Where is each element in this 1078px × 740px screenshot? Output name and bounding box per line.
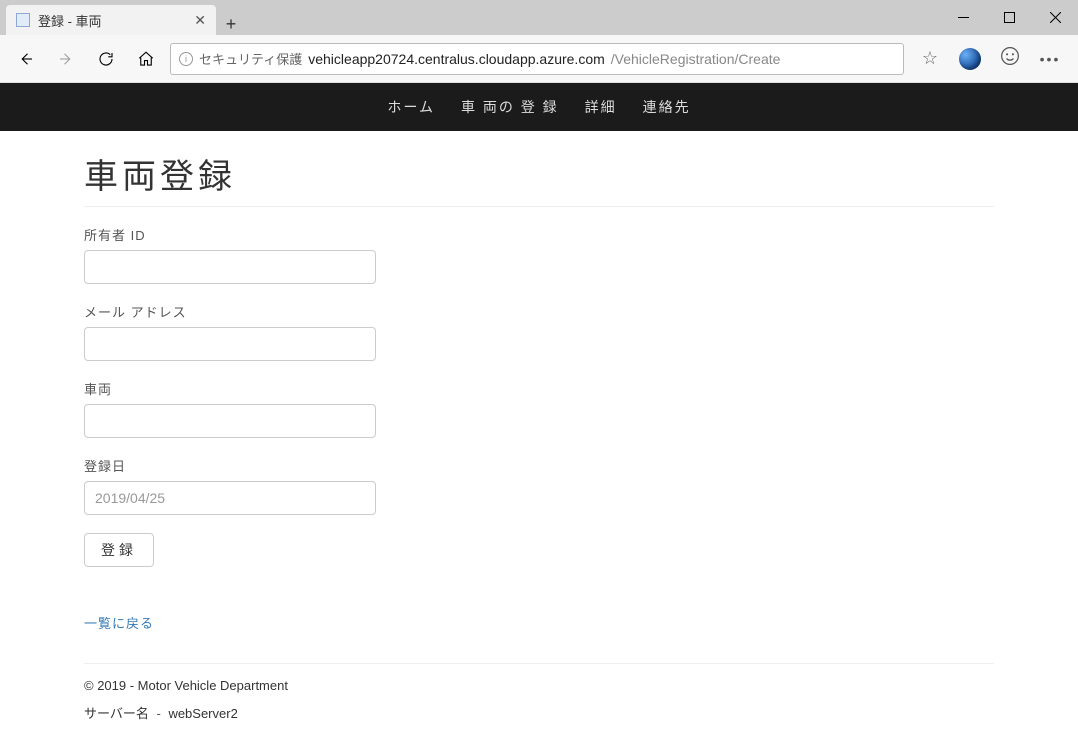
profile-icon bbox=[959, 48, 981, 70]
browser-tab[interactable]: 登録 - 車両 ✕ bbox=[6, 5, 216, 35]
email-label: メール アドレス bbox=[84, 302, 376, 321]
vehicle-group: 車両 bbox=[84, 379, 376, 438]
reg-date-label: 登録日 bbox=[84, 456, 376, 475]
feedback-button[interactable] bbox=[992, 43, 1028, 75]
nav-contact[interactable]: 連絡先 bbox=[643, 97, 691, 117]
vehicle-label: 車両 bbox=[84, 379, 376, 398]
nav-register-vehicle[interactable]: 車 両の 登 録 bbox=[461, 97, 559, 117]
submit-group: 登録 bbox=[84, 533, 376, 567]
titlebar: 登録 - 車両 ✕ + bbox=[0, 0, 1078, 35]
back-button[interactable] bbox=[10, 43, 42, 75]
nav-home[interactable]: ホーム bbox=[387, 97, 435, 117]
tab-title: 登録 - 車両 bbox=[38, 11, 186, 30]
url-host: vehicleapp20724.centralus.cloudapp.azure… bbox=[308, 51, 605, 67]
window-controls bbox=[940, 0, 1078, 35]
url-input[interactable]: i セキュリティ保護 vehicleapp20724.centralus.clo… bbox=[170, 43, 904, 75]
close-window-button[interactable] bbox=[1032, 3, 1078, 33]
browser-window: 登録 - 車両 ✕ + bbox=[0, 0, 1078, 740]
new-tab-button[interactable]: + bbox=[216, 14, 246, 35]
reg-date-group: 登録日 bbox=[84, 456, 376, 515]
favicon-icon bbox=[16, 13, 30, 27]
vehicle-field[interactable] bbox=[84, 404, 376, 438]
owner-id-group: 所有者 ID bbox=[84, 225, 376, 284]
menu-button[interactable]: ••• bbox=[1032, 43, 1068, 75]
toolbar-right: ☆ ••• bbox=[912, 43, 1068, 75]
footer-divider bbox=[84, 663, 994, 664]
email-group: メール アドレス bbox=[84, 302, 376, 361]
owner-id-field[interactable] bbox=[84, 250, 376, 284]
page-body: 車両登録 所有者 ID メール アドレス 車両 登録日 登録 一覧に戻る bbox=[69, 131, 1009, 740]
refresh-button[interactable] bbox=[90, 43, 122, 75]
email-field[interactable] bbox=[84, 327, 376, 361]
footer-copyright: © 2019 - Motor Vehicle Department bbox=[84, 678, 994, 693]
tabs-area: 登録 - 車両 ✕ + bbox=[0, 0, 246, 35]
close-tab-icon[interactable]: ✕ bbox=[194, 13, 206, 27]
smile-icon bbox=[1000, 46, 1020, 71]
minimize-button[interactable] bbox=[940, 3, 986, 33]
url-path: /VehicleRegistration/Create bbox=[611, 51, 781, 67]
forward-button[interactable] bbox=[50, 43, 82, 75]
footer-server: サーバー名 - webServer2 bbox=[84, 703, 994, 722]
favorite-button[interactable]: ☆ bbox=[912, 43, 948, 75]
back-to-list-link[interactable]: 一覧に戻る bbox=[84, 613, 154, 632]
site-navbar: ホーム 車 両の 登 録 詳細 連絡先 bbox=[0, 83, 1078, 131]
server-name: webServer2 bbox=[168, 706, 237, 721]
security-label: セキュリティ保護 bbox=[199, 49, 302, 68]
page-viewport: ホーム 車 両の 登 録 詳細 連絡先 車両登録 所有者 ID メール アドレス… bbox=[0, 83, 1078, 740]
server-label: サーバー名 bbox=[84, 706, 149, 721]
home-button[interactable] bbox=[130, 43, 162, 75]
reg-date-field[interactable] bbox=[84, 481, 376, 515]
star-icon: ☆ bbox=[922, 48, 938, 69]
profile-button[interactable] bbox=[952, 43, 988, 75]
nav-details[interactable]: 詳細 bbox=[585, 97, 617, 117]
submit-button[interactable]: 登録 bbox=[84, 533, 154, 567]
site-info-icon[interactable]: i bbox=[179, 52, 193, 66]
owner-id-label: 所有者 ID bbox=[84, 225, 376, 244]
more-icon: ••• bbox=[1040, 51, 1061, 67]
address-bar: i セキュリティ保護 vehicleapp20724.centralus.clo… bbox=[0, 35, 1078, 83]
maximize-button[interactable] bbox=[986, 3, 1032, 33]
page-title: 車両登録 bbox=[84, 149, 994, 207]
